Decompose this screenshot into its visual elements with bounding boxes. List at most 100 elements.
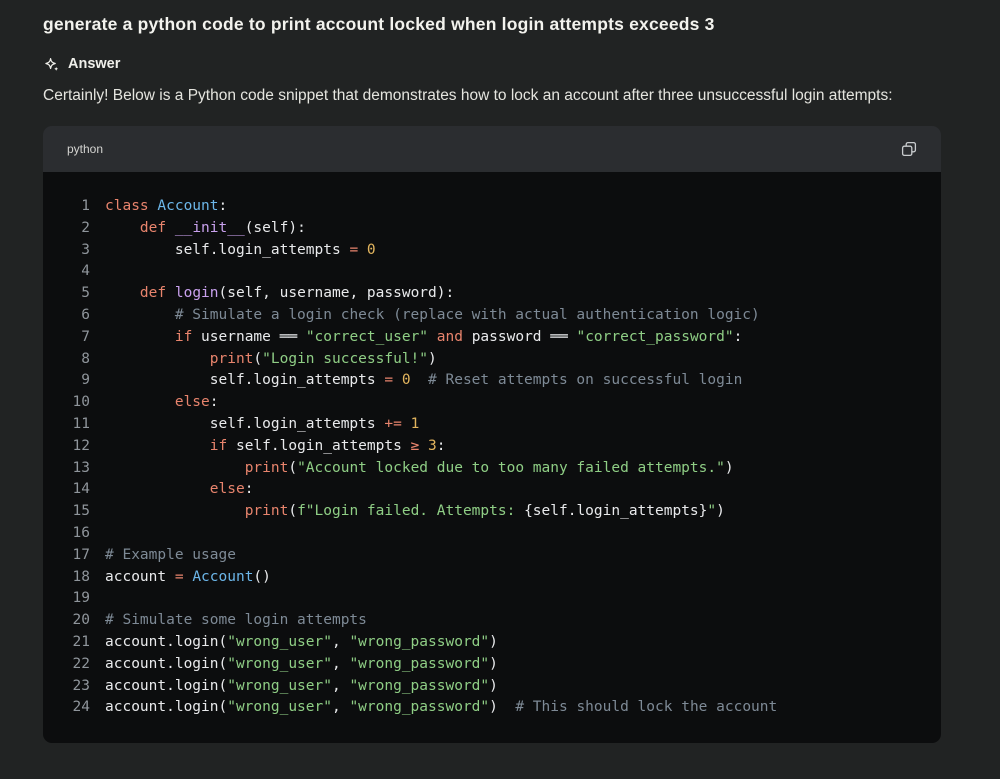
- code-token: "wrong_password": [349, 699, 489, 715]
- code-token: ): [716, 503, 725, 519]
- code-token: (): [253, 569, 270, 585]
- code-token: password ══: [463, 329, 577, 345]
- code-token: ,: [332, 656, 349, 672]
- code-token: # Reset attempts on successful login: [428, 372, 742, 388]
- code-token: self.login_attempts: [105, 242, 349, 258]
- code-line: 12 if self.login_attempts ≥ 3:: [43, 438, 929, 460]
- code-token: [105, 481, 210, 497]
- code-token: {self.login_attempts}: [524, 503, 707, 519]
- answer-page: generate a python code to print account …: [0, 0, 1000, 743]
- line-number: 9: [43, 372, 90, 388]
- code-token: self.login_attempts: [105, 372, 384, 388]
- line-number: 11: [43, 416, 90, 432]
- code-token: ,: [332, 699, 349, 715]
- code-token: [105, 285, 140, 301]
- line-number: 24: [43, 699, 90, 715]
- code-token: f"Login failed. Attempts:: [297, 503, 524, 519]
- code-token: Account: [192, 569, 253, 585]
- code-token: "wrong_password": [349, 656, 489, 672]
- question-title: generate a python code to print account …: [43, 14, 957, 35]
- line-number: 5: [43, 285, 90, 301]
- code-token: def: [140, 220, 166, 236]
- code-token: 3: [428, 438, 437, 454]
- line-number: 12: [43, 438, 90, 454]
- code-token: print: [245, 503, 289, 519]
- code-line: 16: [43, 525, 929, 547]
- line-number: 8: [43, 351, 90, 367]
- code-line: 15 print(f"Login failed. Attempts: {self…: [43, 503, 929, 525]
- code-token: [105, 503, 245, 519]
- code-token: 1: [411, 416, 420, 432]
- code-token: "correct_password": [576, 329, 733, 345]
- code-token: [105, 220, 140, 236]
- code-line: 13 print("Account locked due to too many…: [43, 460, 929, 482]
- copy-button[interactable]: [901, 141, 917, 157]
- line-number: 17: [43, 547, 90, 563]
- code-token: ≥: [411, 438, 420, 454]
- code-line: 7 if username ══ "correct_user" and pass…: [43, 329, 929, 351]
- code-token: if: [175, 329, 192, 345]
- line-number: 14: [43, 481, 90, 497]
- code-line: 3 self.login_attempts = 0: [43, 242, 929, 264]
- language-label: python: [67, 142, 103, 156]
- code-token: =: [384, 372, 393, 388]
- code-token: ): [489, 678, 498, 694]
- answer-label: Answer: [68, 56, 120, 72]
- code-token: ): [489, 656, 498, 672]
- code-line: 10 else:: [43, 394, 929, 416]
- line-number: 22: [43, 656, 90, 672]
- code-token: :: [219, 198, 228, 214]
- code-token: else: [210, 481, 245, 497]
- line-number: 2: [43, 220, 90, 236]
- code-token: [105, 394, 175, 410]
- code-token: :: [245, 481, 254, 497]
- line-number: 20: [43, 612, 90, 628]
- code-token: Account: [157, 198, 218, 214]
- code-token: (: [253, 351, 262, 367]
- code-token: =: [175, 569, 184, 585]
- code-token: else: [175, 394, 210, 410]
- code-token: (self, username, password):: [219, 285, 455, 301]
- code-line: 1class Account:: [43, 198, 929, 220]
- code-token: "Account locked due to too many failed a…: [297, 460, 725, 476]
- code-token: ): [489, 699, 515, 715]
- code-token: def: [140, 285, 166, 301]
- code-token: if: [210, 438, 227, 454]
- line-number: 19: [43, 590, 90, 606]
- code-line: 22account.login("wrong_user", "wrong_pas…: [43, 656, 929, 678]
- code-line: 20# Simulate some login attempts: [43, 612, 929, 634]
- code-header: python: [43, 126, 941, 172]
- code-token: [105, 351, 210, 367]
- code-lines: 1class Account:2 def __init__(self):3 se…: [43, 198, 929, 721]
- code-body: 1class Account:2 def __init__(self):3 se…: [43, 172, 941, 743]
- code-line: 24account.login("wrong_user", "wrong_pas…: [43, 699, 929, 721]
- code-token: [419, 438, 428, 454]
- code-token: ): [725, 460, 734, 476]
- code-line: 6 # Simulate a login check (replace with…: [43, 307, 929, 329]
- code-token: 0: [367, 242, 376, 258]
- code-token: "wrong_password": [349, 634, 489, 650]
- code-line: 2 def __init__(self):: [43, 220, 929, 242]
- code-line: 5 def login(self, username, password):: [43, 285, 929, 307]
- code-token: account.login(: [105, 678, 227, 694]
- code-token: account.login(: [105, 699, 227, 715]
- code-token: [358, 242, 367, 258]
- line-number: 7: [43, 329, 90, 345]
- code-token: "wrong_user": [227, 656, 332, 672]
- line-number: 18: [43, 569, 90, 585]
- code-token: [166, 220, 175, 236]
- line-number: 10: [43, 394, 90, 410]
- code-token: account.login(: [105, 634, 227, 650]
- line-number: 4: [43, 263, 90, 279]
- code-line: 14 else:: [43, 481, 929, 503]
- copy-icon: [901, 141, 917, 157]
- code-token: # Example usage: [105, 547, 236, 563]
- code-token: :: [437, 438, 446, 454]
- code-block: python 1class Account:2 def __init__(sel…: [43, 126, 941, 743]
- answer-header: Answer: [43, 54, 957, 74]
- page: { "page": { "title": "generate a python …: [0, 0, 1000, 779]
- code-token: login: [175, 285, 219, 301]
- code-line: 21account.login("wrong_user", "wrong_pas…: [43, 634, 929, 656]
- code-token: self.login_attempts: [227, 438, 410, 454]
- code-token: ": [707, 503, 716, 519]
